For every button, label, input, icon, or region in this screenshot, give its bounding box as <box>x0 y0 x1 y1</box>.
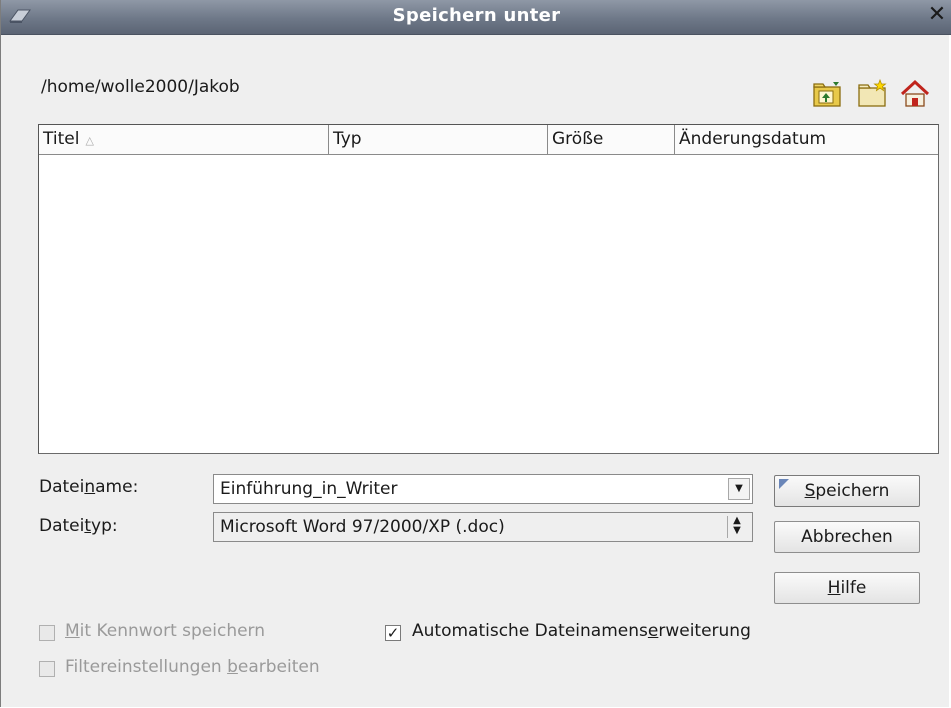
column-label: Typ <box>333 129 362 149</box>
help-button[interactable]: Hilfe <box>774 572 920 604</box>
default-indicator-icon <box>779 479 789 489</box>
filetype-value: Microsoft Word 97/2000/XP (.doc) <box>220 517 505 537</box>
column-header-titel[interactable]: Titel △ <box>39 125 329 155</box>
column-label: Änderungsdatum <box>679 129 827 149</box>
new-folder-icon <box>858 78 887 107</box>
column-label: Titel <box>43 129 80 149</box>
chevron-down-icon[interactable]: ▼ <box>728 478 750 500</box>
folder-up-button[interactable] <box>811 78 843 110</box>
file-list[interactable]: Titel △ Typ Größe Änderungsdatum <box>38 124 939 454</box>
column-label: Größe <box>552 129 604 149</box>
current-path: /home/wolle2000/Jakob <box>41 77 240 97</box>
window-title: Speichern unter <box>392 5 561 26</box>
home-icon <box>900 79 930 107</box>
column-header-groesse[interactable]: Größe <box>548 125 675 155</box>
filename-input[interactable]: Einführung_in_Writer <box>220 479 397 499</box>
folder-up-icon <box>813 82 841 107</box>
filetype-select[interactable]: Microsoft Word 97/2000/XP (.doc) ▲ ▼ <box>213 512 753 542</box>
close-icon[interactable]: ✕ <box>926 3 948 27</box>
column-header-aenderungsdatum[interactable]: Änderungsdatum <box>675 125 938 155</box>
autoext-label: Automatische Dateinamenserweiterung <box>412 621 751 641</box>
new-folder-button[interactable] <box>856 78 888 110</box>
save-button[interactable]: Speichern <box>774 475 920 507</box>
spin-updown-icon[interactable]: ▲ ▼ <box>727 516 746 538</box>
password-label: Mit Kennwort speichern <box>65 621 266 641</box>
filetype-label: Dateityp: <box>39 516 118 536</box>
column-header-typ[interactable]: Typ <box>329 125 548 155</box>
autoext-checkbox[interactable]: ✓ <box>385 625 401 641</box>
save-as-dialog: Speichern unter ✕ /home/wolle2000/Jakob … <box>0 0 951 707</box>
cancel-button[interactable]: Abbrechen <box>774 521 920 553</box>
filter-settings-checkbox[interactable] <box>39 661 55 677</box>
filename-label: Dateiname: <box>39 477 139 497</box>
title-bar[interactable]: Speichern unter ✕ <box>1 0 951 35</box>
sort-ascending-icon: △ <box>85 134 94 147</box>
password-checkbox[interactable] <box>39 625 55 641</box>
home-button[interactable] <box>899 78 931 110</box>
filename-combobox[interactable]: Einführung_in_Writer ▼ <box>213 474 753 504</box>
filter-settings-label: Filtereinstellungen bearbeiten <box>65 657 320 677</box>
